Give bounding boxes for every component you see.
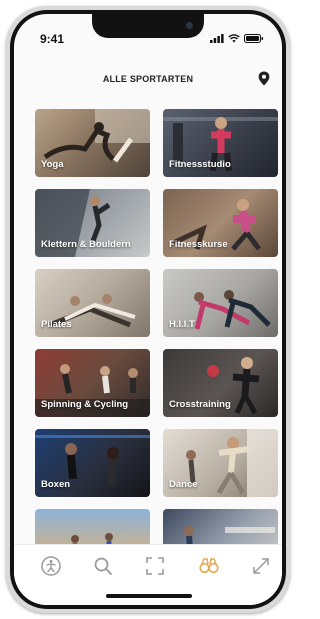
sport-label: Klettern & Bouldern <box>41 239 131 250</box>
sport-tile-pilates[interactable]: Pilates <box>35 269 150 337</box>
sport-label: Fitnesskurse <box>169 239 228 250</box>
home-indicator <box>106 594 192 598</box>
phone-frame: 9:41 ALLE SPORTARTEN Yoga Fitnessstudio … <box>6 6 290 613</box>
tab-activity[interactable] <box>40 555 62 577</box>
status-time: 9:41 <box>40 32 65 46</box>
activity-icon <box>41 556 61 576</box>
sport-label: Boxen <box>41 479 71 490</box>
camera-icon <box>186 22 193 29</box>
tab-discover[interactable] <box>198 555 220 577</box>
location-pin-icon[interactable] <box>258 71 270 91</box>
scan-icon <box>146 557 164 575</box>
sport-tile-boxen[interactable]: Boxen <box>35 429 150 497</box>
sport-label: Fitnessstudio <box>169 159 231 170</box>
sport-tile-yoga[interactable]: Yoga <box>35 109 150 177</box>
binoculars-icon <box>199 558 219 574</box>
tab-resize[interactable] <box>250 555 272 577</box>
sport-tile-crosstraining[interactable]: Crosstraining <box>163 349 278 417</box>
tab-bar <box>14 544 282 605</box>
phone-bezel: 9:41 ALLE SPORTARTEN Yoga Fitnessstudio … <box>10 10 286 609</box>
sport-label: Yoga <box>41 159 64 170</box>
sport-label: Spinning & Cycling <box>41 399 129 410</box>
tab-search[interactable] <box>92 555 114 577</box>
tab-scan[interactable] <box>144 555 166 577</box>
resize-icon <box>253 558 269 574</box>
sport-label: Crosstraining <box>169 399 231 410</box>
app-screen: 9:41 ALLE SPORTARTEN Yoga Fitnessstudio … <box>14 14 282 605</box>
sport-tile-spinning[interactable]: Spinning & Cycling <box>35 349 150 417</box>
battery-icon <box>244 34 264 43</box>
sport-label: H.I.I.T <box>169 319 195 330</box>
sport-label: Dance <box>169 479 198 490</box>
sport-tile-fitnessstudio[interactable]: Fitnessstudio <box>163 109 278 177</box>
page-title: ALLE SPORTARTEN <box>102 74 194 84</box>
sport-tile-dance[interactable]: Dance <box>163 429 278 497</box>
sport-tile-hiit[interactable]: H.I.I.T <box>163 269 278 337</box>
sport-label: Pilates <box>41 319 72 330</box>
search-icon <box>94 557 112 575</box>
wifi-icon <box>228 34 240 43</box>
sport-tile-klettern[interactable]: Klettern & Bouldern <box>35 189 150 257</box>
signal-icon <box>210 34 224 43</box>
sport-tile-fitnesskurse[interactable]: Fitnesskurse <box>163 189 278 257</box>
status-icons <box>210 34 264 43</box>
sports-grid: Yoga Fitnessstudio Klettern & Bouldern F… <box>35 109 281 577</box>
